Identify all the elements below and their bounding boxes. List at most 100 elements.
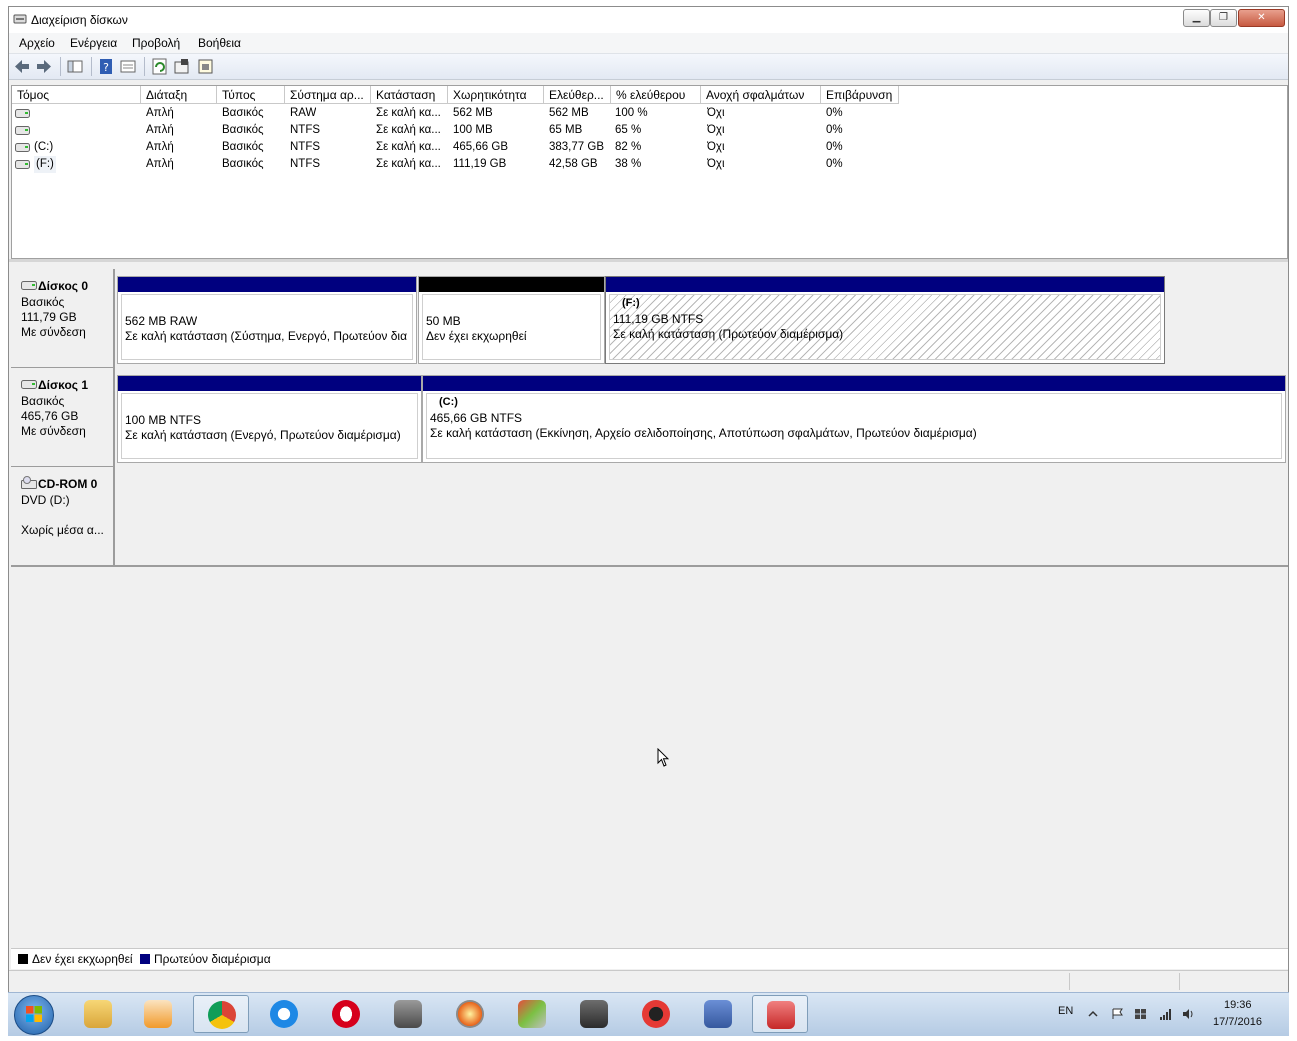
cell-status: Σε καλή κα... (376, 107, 441, 119)
taskbar-media-player[interactable] (130, 995, 186, 1033)
cell-capacity: 562 MB (453, 107, 493, 119)
legend-label-primary: Πρωτεύον διαμέρισμα (154, 952, 271, 966)
game-booster-icon (642, 1000, 670, 1028)
cell-free-space: 42,58 GB (549, 158, 598, 170)
start-button[interactable] (14, 995, 54, 1035)
taskbar-game-controller[interactable] (690, 995, 746, 1033)
close-button[interactable]: ✕ (1238, 9, 1285, 27)
partition-bar-unallocated (419, 277, 604, 292)
cd-rom-icon (21, 476, 37, 489)
volume-speaker-icon[interactable] (1182, 1008, 1196, 1020)
taskbar-game-booster[interactable] (628, 995, 684, 1033)
cell-fault-tolerance: Όχι (707, 124, 725, 136)
menu-bar: Αρχείο Ενέργεια Προβολή Βοήθεια (9, 33, 1288, 54)
back-arrow-icon[interactable] (13, 58, 31, 75)
taskbar-internet-explorer[interactable] (256, 995, 312, 1033)
disk-label-0[interactable]: Δίσκος 0 Βασικός 111,79 GB Με σύνδεση (11, 269, 115, 369)
media-center-icon (394, 1000, 422, 1028)
disk-name: CD-ROM 0 (38, 477, 98, 491)
column-header-filesystem[interactable]: Σύστημα αρ... (285, 86, 371, 104)
help-icon[interactable]: ? (97, 58, 115, 75)
disk-size: 465,76 GB (21, 409, 79, 423)
column-header-percent-free[interactable]: % ελεύθερου (611, 86, 701, 104)
cell-percent-free: 82 % (615, 141, 642, 153)
partition-body: 100 MB NTFS Σε καλή κατάσταση (Ενεργό, Π… (121, 393, 418, 459)
column-header-type[interactable]: Τύπος (217, 86, 285, 104)
taskbar-disk-image[interactable] (504, 995, 560, 1033)
disk-wizard-icon[interactable] (197, 58, 215, 75)
status-separator (1069, 973, 1070, 990)
partition-system-100mb[interactable]: 100 MB NTFS Σε καλή κατάσταση (Ενεργό, Π… (117, 375, 422, 463)
partition-system-reserved[interactable]: 562 MB RAW Σε καλή κατάσταση (Σύστημα, Ε… (117, 276, 417, 364)
disk-size: 111,79 GB (21, 310, 77, 324)
disk-row: Δίσκος 1 Βασικός 465,76 GB Με σύνδεση 10… (11, 368, 1288, 468)
partition-size: 465,66 GB NTFS (430, 411, 523, 425)
taskbar-disk-management[interactable] (752, 995, 808, 1033)
partition-c-drive[interactable]: (C:) 465,66 GB NTFS Σε καλή κατάσταση (Ε… (422, 375, 1286, 463)
menu-help[interactable]: Βοήθεια (198, 36, 241, 50)
cell-free-space: 65 MB (549, 124, 583, 136)
column-header-status[interactable]: Κατάσταση (371, 86, 448, 104)
column-header-volume[interactable]: Τόμος (12, 86, 141, 104)
cdrom-empty-area (115, 467, 1288, 567)
mouse-cursor-icon (657, 748, 669, 767)
taskbar-burning-app[interactable] (442, 995, 498, 1033)
disk-status: Με σύνδεση (21, 424, 86, 438)
disk-management-app-icon (13, 14, 27, 24)
volume-drive-icon (15, 143, 30, 152)
windows-update-icon[interactable] (1134, 1008, 1148, 1020)
column-header-layout[interactable]: Διάταξη (141, 86, 217, 104)
partition-f-drive[interactable]: (F:) 111,19 GB NTFS Σε καλή κατάσταση (Π… (605, 276, 1165, 364)
column-header-overhead[interactable]: Επιβάρυνση (821, 86, 899, 104)
taskbar-media-center[interactable] (380, 995, 436, 1033)
hard-disk-icon (21, 380, 37, 389)
column-header-fault-tolerance[interactable]: Ανοχή σφαλμάτων (701, 86, 821, 104)
disk-name: Δίσκος 1 (38, 378, 89, 392)
legend-swatch-unallocated (18, 954, 28, 964)
properties-icon[interactable] (173, 58, 191, 75)
disk-label-cdrom[interactable]: CD-ROM 0 DVD (D:) Χωρίς μέσα α... (11, 467, 115, 567)
cell-free-space: 562 MB (549, 107, 589, 119)
forward-arrow-icon[interactable] (35, 58, 53, 75)
column-header-free-space[interactable]: Ελεύθερ... (544, 86, 611, 104)
action-center-flag-icon[interactable] (1111, 1008, 1125, 1020)
column-header-capacity[interactable]: Χωρητικότητα (448, 86, 544, 104)
language-indicator[interactable]: EN (1058, 1005, 1073, 1017)
taskbar-opera[interactable] (318, 995, 374, 1033)
console-tree-icon[interactable] (66, 58, 84, 75)
partition-status: Σε καλή κατάσταση (Πρωτεύον διαμέρισμα) (613, 327, 844, 341)
disk-status: Με σύνδεση (21, 325, 86, 339)
disk-row: Δίσκος 0 Βασικός 111,79 GB Με σύνδεση 56… (11, 269, 1288, 369)
menu-view[interactable]: Προβολή (132, 36, 180, 50)
clock-time[interactable]: 19:36 (1224, 999, 1252, 1011)
burning-app-icon (456, 1000, 484, 1028)
cell-overhead: 0% (826, 124, 843, 136)
toolbar-separator (60, 57, 61, 76)
disk-type: Βασικός (21, 295, 65, 309)
show-hidden-icons-icon[interactable] (1088, 1008, 1098, 1020)
menu-action[interactable]: Ενέργεια (70, 36, 117, 50)
menu-file[interactable]: Αρχείο (19, 36, 55, 50)
clock-date[interactable]: 17/7/2016 (1213, 1016, 1262, 1028)
refresh-icon[interactable] (151, 58, 169, 75)
cell-capacity: 111,19 GB (453, 158, 507, 170)
details-pane-icon[interactable] (119, 58, 137, 75)
network-signal-icon[interactable] (1159, 1008, 1173, 1020)
disk-graphical-view: Δίσκος 0 Βασικός 111,79 GB Με σύνδεση 56… (11, 263, 1288, 945)
pane-splitter[interactable] (9, 259, 1288, 262)
cell-free-space: 383,77 GB (549, 141, 604, 153)
partition-unallocated[interactable]: 50 MB Δεν έχει εκχωρηθεί (418, 276, 605, 364)
taskbar-explorer[interactable] (70, 995, 126, 1033)
cell-layout: Απλή (146, 141, 174, 153)
disk-management-icon (767, 1001, 795, 1029)
partition-body: 562 MB RAW Σε καλή κατάσταση (Σύστημα, Ε… (121, 294, 413, 360)
volume-list: Τόμος Διάταξη Τύπος Σύστημα αρ... Κατάστ… (11, 85, 1288, 259)
maximize-button[interactable]: ❐ (1210, 9, 1237, 27)
partition-status: Σε καλή κατάσταση (Ενεργό, Πρωτεύον διαμ… (125, 428, 401, 442)
minimize-button[interactable]: ▁ (1183, 9, 1210, 27)
taskbar-camera-app[interactable] (566, 995, 622, 1033)
partition-status: Δεν έχει εκχωρηθεί (426, 329, 527, 343)
disk-label-1[interactable]: Δίσκος 1 Βασικός 465,76 GB Με σύνδεση (11, 368, 115, 468)
taskbar-chrome[interactable] (193, 995, 249, 1033)
partition-body-selected: (F:) 111,19 GB NTFS Σε καλή κατάσταση (Π… (609, 294, 1161, 360)
